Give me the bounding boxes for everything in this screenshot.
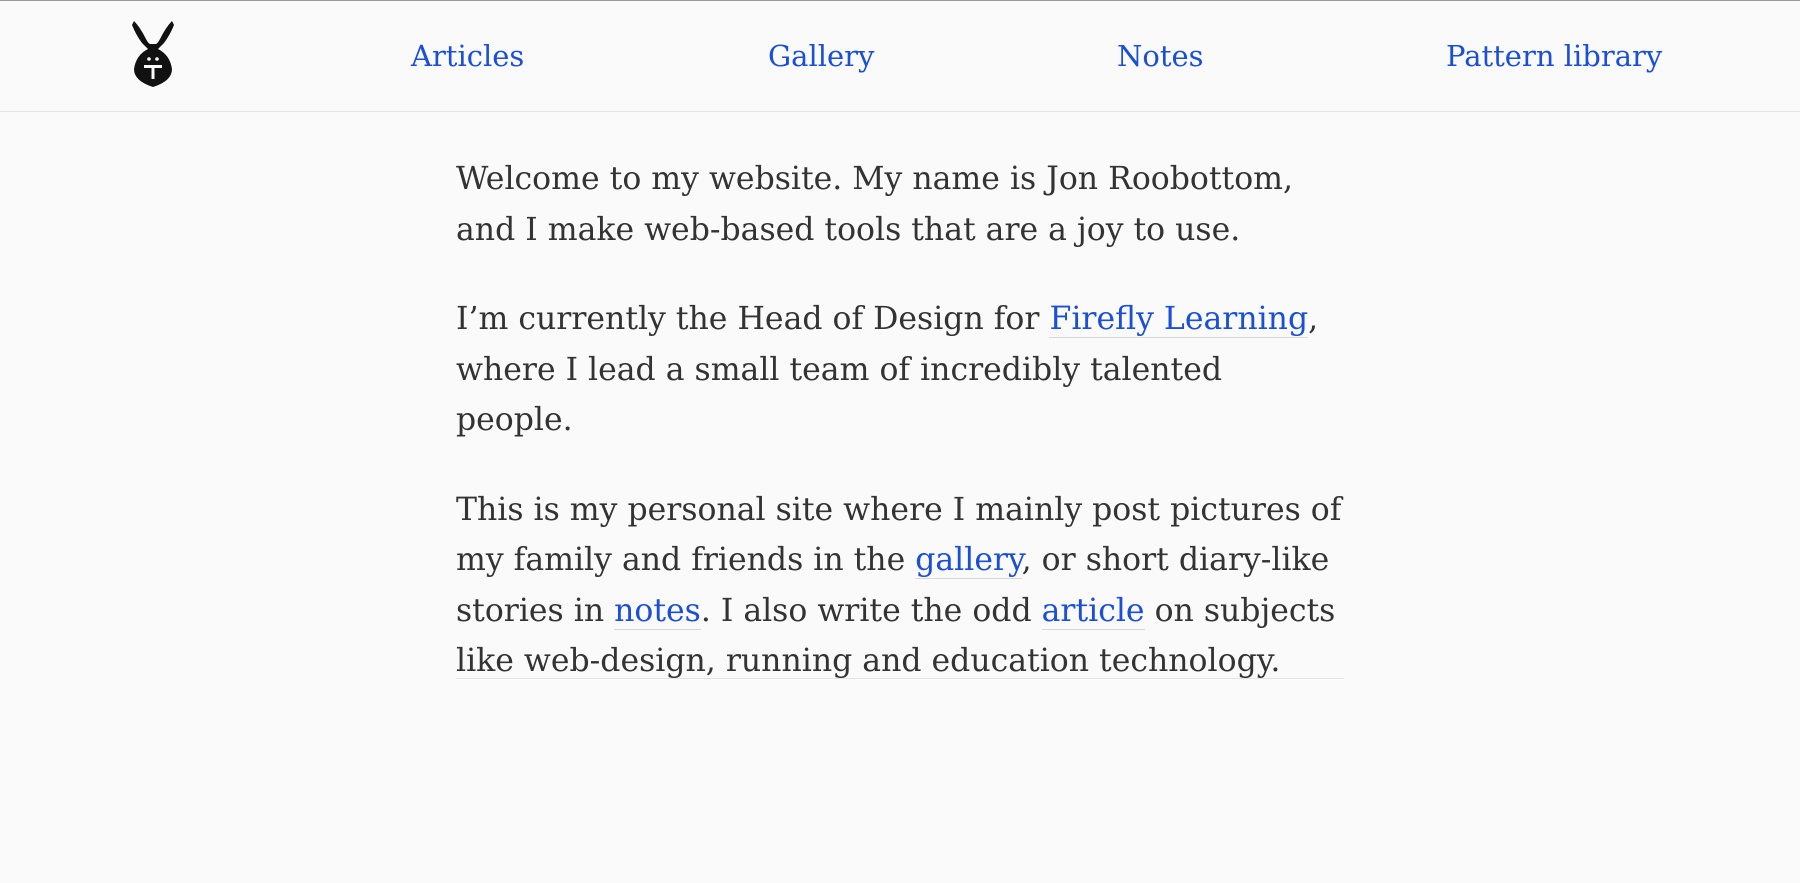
nav-gallery-link[interactable]: Gallery <box>768 37 874 75</box>
nav-notes-link[interactable]: Notes <box>1117 37 1204 75</box>
gallery-inline-link[interactable]: gallery <box>915 542 1022 579</box>
site-text-3: . I also write the odd <box>700 592 1042 629</box>
site-header: Articles Gallery Notes Pattern library <box>0 1 1800 112</box>
content-divider <box>456 678 1344 679</box>
rabbit-logo-icon <box>132 21 174 87</box>
nav-articles-link[interactable]: Articles <box>411 37 524 75</box>
article-inline-link[interactable]: article <box>1041 592 1145 630</box>
nav-pattern-library-link[interactable]: Pattern library <box>1446 37 1662 75</box>
intro-paragraph-role: I’m currently the Head of Design for Fir… <box>456 294 1346 446</box>
firefly-learning-link[interactable]: Firefly Learning <box>1049 301 1309 338</box>
intro-paragraph-site: This is my personal site where I mainly … <box>456 485 1346 687</box>
intro-paragraph-welcome: Welcome to my website. My name is Jon Ro… <box>456 161 1294 248</box>
role-text-before: I’m currently the Head of Design for <box>456 301 1050 337</box>
intro-content: Welcome to my website. My name is Jon Ro… <box>456 154 1346 726</box>
notes-inline-link[interactable]: notes <box>614 592 701 630</box>
